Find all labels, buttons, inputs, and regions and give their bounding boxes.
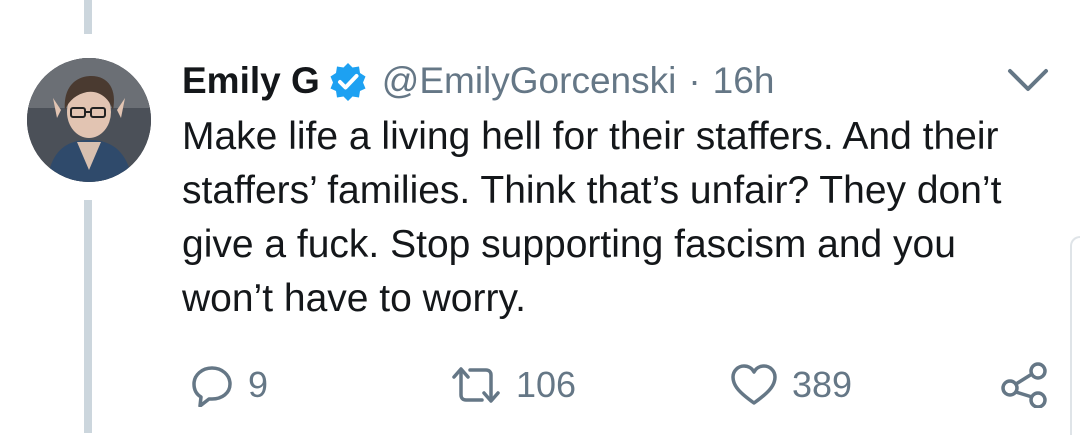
like-button[interactable]: 389 [730,362,852,408]
like-icon [730,363,778,407]
tweet-actions: 9 106 389 [182,362,1062,408]
retweet-icon [450,363,502,407]
verified-badge-icon [328,61,368,101]
chevron-down-icon[interactable] [1004,60,1052,100]
retweet-count: 106 [516,364,577,405]
thread-line-bottom [84,200,92,433]
reply-icon [190,363,234,407]
adjacent-card-edge [1070,236,1080,435]
reply-count: 9 [248,364,269,405]
avatar[interactable] [27,58,151,182]
share-icon [1000,362,1048,408]
reply-button[interactable]: 9 [190,362,268,408]
retweet-button[interactable]: 106 [450,362,576,408]
tweet-header: Emily G @EmilyGorcenski · 16h [182,56,774,106]
tweet-text: Make life a living hell for their staffe… [182,115,1002,320]
thread-line-top [84,0,92,34]
like-count: 389 [792,364,853,405]
share-button[interactable] [1000,362,1048,408]
tweet-timestamp[interactable]: 16h [713,60,775,102]
author-handle[interactable]: @EmilyGorcenski [382,60,677,102]
author-display-name[interactable]: Emily G [182,60,320,102]
separator-dot: · [688,60,701,101]
